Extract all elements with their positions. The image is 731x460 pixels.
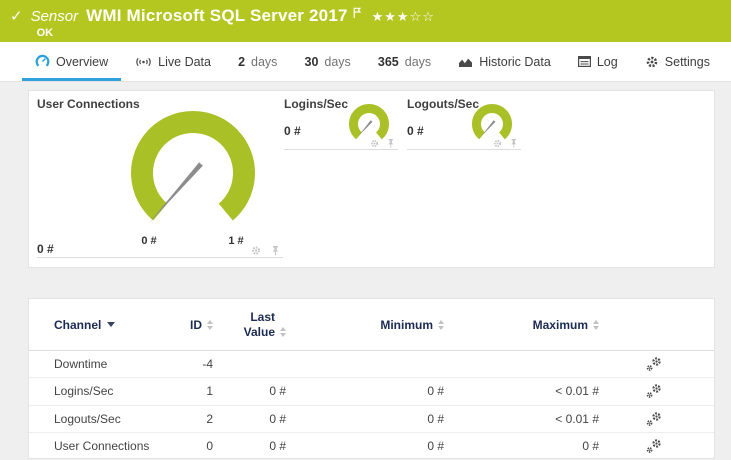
logins-gauge-value: 0 # (284, 124, 301, 138)
gauge-scale-max: 1 # (228, 235, 244, 247)
tab-historic-data[interactable]: Historic Data (445, 42, 564, 81)
logouts-gauge-value: 0 # (407, 124, 424, 138)
channel-id: 1 (206, 384, 213, 399)
channel-settings-gears-icon[interactable] (599, 356, 709, 372)
logouts-gauge-title: Logouts/Sec (407, 97, 480, 111)
tab-live-data[interactable]: Live Data (122, 42, 224, 81)
channel-id: -4 (202, 357, 213, 372)
channel-name: User Connections (54, 438, 150, 453)
channel-settings-gears-icon[interactable] (599, 438, 709, 454)
channel-id: 0 (206, 438, 213, 453)
sensor-status-header: ✓ Sensor WMI Microsoft SQL Server 2017 ★… (0, 0, 731, 42)
live-data-icon (136, 57, 151, 66)
channel-table-panel: Channel ID Last Value Minimum Maximum Do… (28, 298, 715, 459)
object-kind-label: Sensor (30, 8, 79, 25)
historic-data-icon (459, 58, 473, 67)
column-header-channel[interactable]: Channel (54, 318, 186, 332)
stars-empty: ☆☆ (409, 10, 435, 25)
logins-gauge-actions (370, 139, 394, 148)
gauge-needle (480, 120, 496, 137)
log-icon (577, 56, 591, 67)
channel-settings-gears-icon[interactable] (599, 383, 709, 399)
channel-name: Downtime (54, 357, 108, 372)
tab-2-days[interactable]: 2 days (225, 42, 290, 81)
column-header-maximum[interactable]: Maximum (444, 318, 599, 332)
column-header-minimum[interactable]: Minimum (286, 318, 444, 332)
gauge-pin-icon[interactable] (388, 139, 394, 148)
settings-gear-icon (646, 56, 658, 67)
table-row[interactable]: Logouts/Sec 2 0 # 0 # < 0.01 # (29, 406, 714, 433)
gauge-icon (35, 54, 50, 67)
tab-bar: Overview Live Data 2 days 30 days 365 da… (0, 42, 731, 82)
channel-last-value: 0 # (269, 384, 286, 399)
channel-maximum: 0 # (582, 438, 599, 453)
channel-minimum: 0 # (427, 438, 444, 453)
divider (37, 257, 283, 258)
tab-settings[interactable]: Settings (632, 42, 723, 81)
gauge-needle (357, 120, 373, 137)
sort-desc-icon (107, 322, 116, 327)
gauge-gear-icon[interactable] (370, 139, 379, 148)
table-row[interactable]: User Connections 0 0 # 0 # 0 # (29, 433, 714, 458)
channel-minimum: 0 # (427, 411, 444, 426)
status-ok-check-icon: ✓ (10, 7, 23, 25)
gauge-gear-icon[interactable] (252, 246, 260, 255)
divider (407, 149, 521, 150)
gauges-panel: User Connections 0 # 1 # 0 # Logins/Sec … (28, 90, 715, 268)
channel-last-value: 0 # (269, 438, 286, 453)
channel-last-value: 0 # (269, 411, 286, 426)
channel-name: Logins/Sec (54, 384, 114, 399)
page-title: WMI Microsoft SQL Server 2017 (86, 6, 348, 25)
tab-log[interactable]: Log (565, 42, 631, 81)
logins-gauge-title: Logins/Sec (284, 97, 349, 111)
channel-name: Logouts/Sec (54, 411, 121, 426)
gauge-pin-icon[interactable] (511, 139, 517, 148)
primary-gauge-value: 0 # (37, 242, 54, 256)
tab-overview[interactable]: Overview (22, 42, 122, 81)
table-header-row: Channel ID Last Value Minimum Maximum (29, 299, 714, 351)
gauge-gear-icon[interactable] (493, 139, 502, 148)
gauge-scale-min: 0 # (141, 235, 157, 247)
tab-365-days[interactable]: 365 days (365, 42, 444, 81)
channel-settings-gears-icon[interactable] (599, 411, 709, 427)
gauge-pin-icon[interactable] (272, 246, 279, 256)
logouts-gauge-actions (493, 139, 517, 148)
column-header-last-value[interactable]: Last Value (213, 310, 286, 339)
channel-maximum: < 0.01 # (555, 411, 599, 426)
priority-flag-icon[interactable] (353, 6, 362, 24)
divider (284, 149, 398, 150)
table-row[interactable]: Downtime -4 (29, 351, 714, 379)
channel-id: 2 (206, 411, 213, 426)
table-row[interactable]: Logins/Sec 1 0 # 0 # < 0.01 # (29, 378, 714, 406)
channel-minimum: 0 # (427, 384, 444, 399)
priority-stars[interactable]: ★★★☆☆ (372, 10, 435, 25)
tab-30-days[interactable]: 30 days (292, 42, 364, 81)
primary-gauge-actions (252, 246, 279, 256)
status-badge: OK (36, 27, 54, 39)
channel-maximum: < 0.01 # (555, 384, 599, 399)
column-header-id[interactable]: ID (186, 318, 213, 332)
sort-icon (593, 319, 599, 330)
user-connections-gauge (131, 111, 255, 223)
stars-filled: ★★★ (371, 10, 410, 25)
